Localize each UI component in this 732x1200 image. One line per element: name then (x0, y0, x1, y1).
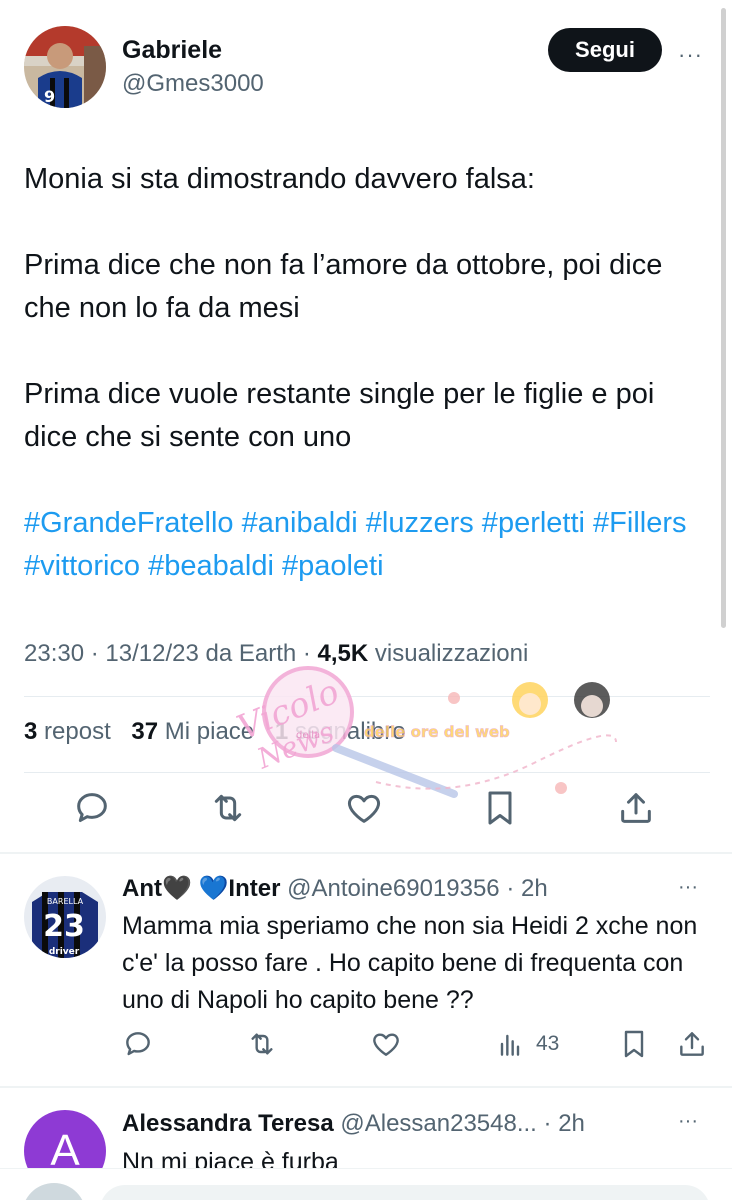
post-author-row: 9 Gabriele @Gmes3000 Segui ··· (24, 26, 714, 110)
svg-text:BARELLA: BARELLA (47, 897, 84, 906)
reposts-stat[interactable]: 3 repost (24, 718, 111, 745)
post-stats: 3 repost 37 Mi piace 1 segnalibro (24, 718, 420, 746)
divider (24, 772, 710, 773)
share-icon[interactable] (616, 788, 656, 828)
post-text-line: Prima dice che non fa l’amore da ottobre… (24, 249, 663, 324)
reply-header: Ant🖤 💙Inter @Antoine69019356 · 2h (122, 874, 548, 903)
repost-icon[interactable] (208, 788, 248, 828)
divider (24, 696, 710, 697)
reply-author-handle[interactable]: @Alessan23548... (340, 1110, 537, 1137)
like-icon[interactable] (344, 788, 384, 828)
author-name[interactable]: Gabriele (122, 36, 222, 65)
avatar[interactable]: 9 (24, 26, 106, 108)
reply-compose-bar (0, 1168, 732, 1200)
reply-author-handle[interactable]: @Antoine69019356 (287, 875, 500, 902)
svg-text:23: 23 (43, 909, 85, 944)
views-count: 4,5K (317, 640, 369, 667)
reply-time[interactable]: · 2h (506, 875, 547, 902)
post-hashtags[interactable]: #GrandeFratello #anibaldi #luzzers #perl… (24, 502, 704, 588)
more-icon[interactable]: ··· (678, 1110, 698, 1133)
reply-item[interactable]: A Alessandra Teresa @Alessan23548... · 2… (0, 1088, 732, 1168)
reply-text: Mamma mia speriamo che non sia Heidi 2 x… (122, 912, 698, 1014)
more-icon[interactable]: ··· (678, 876, 698, 899)
share-icon[interactable] (676, 1028, 708, 1060)
reply-icon[interactable] (122, 1028, 154, 1060)
likes-stat[interactable]: 37 Mi piace (131, 718, 254, 745)
svg-text:driver: driver (49, 947, 80, 957)
reply-actions: 43 (0, 1028, 732, 1068)
post-timestamp[interactable]: 23:30 · 13/12/23 da Earth · (24, 640, 318, 667)
reply-time[interactable]: · 2h (544, 1110, 585, 1137)
reply-icon[interactable] (72, 788, 112, 828)
views-label: visualizzazioni (368, 640, 529, 667)
svg-text:9: 9 (44, 87, 55, 106)
more-icon[interactable]: ··· (678, 42, 703, 68)
views-icon[interactable] (494, 1028, 526, 1060)
like-icon[interactable] (370, 1028, 402, 1060)
bookmark-icon[interactable] (480, 788, 520, 828)
post-text-line: Prima dice vuole restante single per le … (24, 378, 655, 453)
avatar[interactable]: BARELLA 23 driver (24, 876, 106, 958)
repost-icon[interactable] (246, 1028, 278, 1060)
post-actions (0, 788, 732, 838)
post-text-line: Monia si sta dimostrando davvero falsa: (24, 163, 535, 195)
reply-input[interactable] (100, 1185, 710, 1200)
bookmarks-stat[interactable]: 1 segnalibro (275, 718, 406, 745)
reply-author-name[interactable]: Ant🖤 💙Inter (122, 875, 280, 902)
scrollbar[interactable] (721, 8, 726, 628)
author-handle[interactable]: @Gmes3000 (122, 70, 264, 98)
post-text: Monia si sta dimostrando davvero falsa: … (24, 158, 704, 588)
bookmark-icon[interactable] (618, 1028, 650, 1060)
reply-author-name[interactable]: Alessandra Teresa (122, 1110, 334, 1137)
avatar[interactable]: A (24, 1110, 106, 1168)
avatar[interactable] (22, 1183, 86, 1200)
reply-header: Alessandra Teresa @Alessan23548... · 2h (122, 1110, 585, 1138)
post-meta: 23:30 · 13/12/23 da Earth · 4,5K visuali… (24, 640, 528, 668)
reply-item[interactable]: BARELLA 23 driver Ant🖤 💙Inter @Antoine69… (0, 854, 732, 1086)
follow-button[interactable]: Segui (548, 28, 662, 72)
reply-views-count: 43 (536, 1032, 560, 1055)
reply-text: Nn mi piace è furba (122, 1148, 339, 1168)
